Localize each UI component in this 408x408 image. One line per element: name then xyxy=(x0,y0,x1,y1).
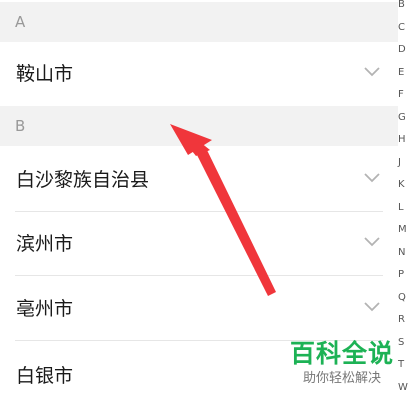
watermark-logo: 百科全说 助你轻松解决 xyxy=(283,338,401,388)
watermark-title: 百科全说 xyxy=(289,339,394,368)
watermark-subtitle: 助你轻松解决 xyxy=(302,371,381,386)
